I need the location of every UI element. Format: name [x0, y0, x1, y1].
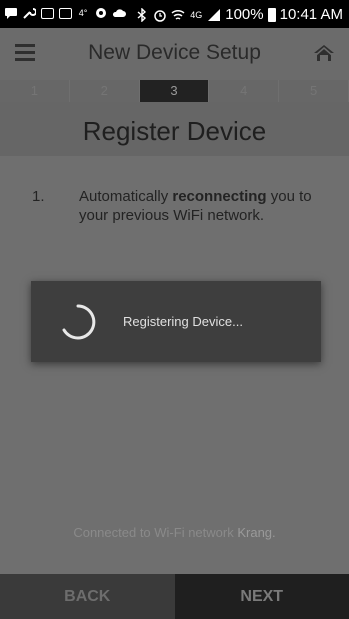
- network-name: Krang.: [237, 525, 276, 540]
- status-icons-right: 4G 100% 10:41 AM: [135, 6, 343, 23]
- wrench-icon: [22, 6, 36, 20]
- bluetooth-icon: [135, 7, 149, 22]
- section-title: Register Device: [82, 116, 267, 146]
- step-4: 4: [209, 80, 280, 102]
- step-indicator: 1 2 3 4 5: [0, 80, 349, 102]
- next-button[interactable]: NEXT: [174, 574, 349, 619]
- loading-spinner-icon: [58, 302, 98, 342]
- battery-percentage: 100%: [225, 6, 264, 23]
- home-icon[interactable]: [313, 42, 335, 64]
- page-title: New Device Setup: [88, 41, 261, 64]
- message-icon: [4, 6, 18, 20]
- temperature-icon: 4°: [78, 8, 88, 18]
- progress-dialog: Registering Device...: [31, 281, 321, 362]
- instruction-text: Automatically reconnecting you to your p…: [79, 187, 329, 225]
- step-2: 2: [70, 80, 140, 102]
- connection-status: Connected to Wi-Fi network Krang.: [0, 525, 349, 540]
- status-bar: 4° 4G 100% 10:41 AM: [0, 0, 349, 28]
- wifi-icon: [171, 8, 185, 22]
- back-button[interactable]: BACK: [0, 574, 175, 619]
- mail-icon: [40, 6, 54, 20]
- dialog-message: Registering Device...: [123, 314, 243, 329]
- step-5: 5: [279, 80, 349, 102]
- footer-nav: BACK NEXT: [0, 574, 349, 619]
- step-3-active: 3: [139, 80, 210, 102]
- connection-status-prefix: Connected to Wi-Fi network: [73, 525, 238, 540]
- alarm-icon: [153, 8, 167, 22]
- signal-icon: [207, 8, 221, 22]
- section-header: Register Device: [0, 102, 349, 156]
- cloud-icon: [112, 6, 126, 20]
- step-1: 1: [0, 80, 70, 102]
- app-header: New Device Setup: [0, 28, 349, 80]
- battery-icon: [267, 7, 276, 22]
- instruction-number: 1.: [32, 188, 45, 205]
- clock: 10:41 AM: [279, 6, 343, 23]
- app-icon: [94, 6, 108, 20]
- status-icons-left: 4°: [4, 6, 126, 20]
- instruction-text-bold: reconnecting: [172, 188, 267, 205]
- lte-icon: 4G: [190, 9, 203, 20]
- mail-icon: [58, 6, 72, 20]
- instruction-text-part: Automatically: [79, 188, 173, 205]
